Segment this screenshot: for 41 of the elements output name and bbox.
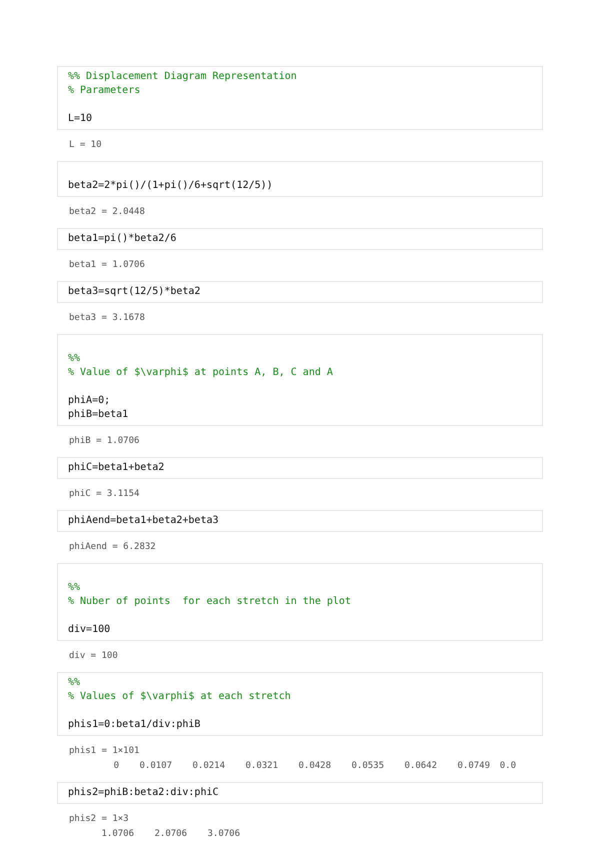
code-comment: % Values of $\varphi$ at each stretch: [68, 690, 292, 704]
output-text: L = 10: [69, 139, 103, 152]
code-line: beta3=sqrt(12/5)*beta2: [68, 285, 202, 299]
array-value: 0.0107: [138, 760, 172, 773]
array-value: 0.0535: [350, 760, 384, 773]
array-value: 0.0428: [297, 760, 331, 773]
array-value: 0.0749: [456, 760, 490, 773]
code-comment: %%: [68, 352, 82, 366]
code-comment: %%: [68, 676, 82, 690]
array-value: 3.0706: [206, 828, 240, 841]
output-text: beta1 = 1.0706: [69, 259, 146, 272]
array-value: 0.0321: [244, 760, 278, 773]
code-comment: % Parameters: [68, 84, 142, 98]
code-comment: %% Displacement Diagram Representation: [68, 70, 298, 84]
array-value: 1.0706: [100, 828, 134, 841]
array-value: 2.0706: [153, 828, 187, 841]
code-line: div=100: [68, 623, 112, 637]
code-comment: %%: [68, 581, 82, 595]
code-line: phis2=phiB:beta2:div:phiC: [68, 786, 220, 800]
array-value: 0: [112, 760, 119, 773]
code-comment: % Value of $\varphi$ at points A, B, C and A: [68, 366, 334, 380]
code-line: phiAend=beta1+beta2+beta3: [68, 514, 220, 528]
output-text: beta2 = 2.0448: [69, 206, 146, 219]
code-line: L=10: [68, 112, 94, 126]
code-comment: % Nuber of points for each stretch in the plot: [68, 595, 352, 609]
output-text: beta3 = 3.1678: [69, 312, 146, 325]
output-text: phiB = 1.0706: [69, 435, 140, 448]
array-value: 0.0642: [403, 760, 437, 773]
code-line: phis1=0:beta1/div:phiB: [68, 718, 202, 732]
code-line: phiA=0;: [68, 394, 112, 408]
array-value: 0.0: [498, 760, 516, 773]
output-text: phiC = 3.1154: [69, 488, 140, 501]
code-line: phiB=beta1: [68, 408, 130, 422]
code-line: phiC=beta1+beta2: [68, 461, 166, 475]
output-text: phis2 = 1×3: [69, 813, 130, 826]
output-text: div = 100: [69, 650, 119, 663]
output-text: phis1 = 1×101: [69, 745, 140, 758]
output-text: phiAend = 6.2832: [69, 541, 157, 554]
code-line: beta1=pi()*beta2/6: [68, 232, 178, 246]
array-value: 0.0214: [191, 760, 225, 773]
code-line: beta2=2*pi()/(1+pi()/6+sqrt(12/5)): [68, 179, 274, 193]
